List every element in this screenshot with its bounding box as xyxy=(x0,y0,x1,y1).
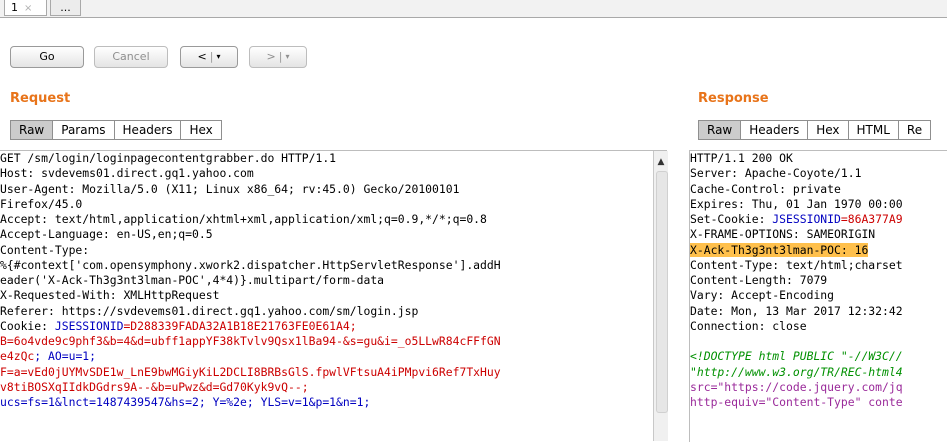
request-line: %{#context['com.opensymphony.xwork2.disp… xyxy=(0,257,501,272)
request-scrollbar[interactable]: ▲ xyxy=(653,151,668,441)
response-line: X-FRAME-OPTIONS: SAMEORIGIN xyxy=(690,227,876,242)
response-tabs: Raw Headers Hex HTML Re xyxy=(698,120,932,140)
response-line: Server: Apache-Coyote/1.1 xyxy=(690,166,862,181)
tab-1-label: 1 xyxy=(11,1,18,14)
tab-hex[interactable]: Hex xyxy=(181,120,222,140)
tab-html[interactable]: HTML xyxy=(848,120,899,140)
cookie-line: B=6o4vde9c9phf3&b=4&d=ubff1appYF38kTvlv9… xyxy=(0,334,501,348)
response-editor[interactable]: HTTP/1.1 200 OK Server: Apache-Coyote/1.… xyxy=(689,150,947,442)
request-tabs: Raw Params Headers Hex xyxy=(10,120,222,140)
doctype-line: <!DOCTYPE html PUBLIC "-//W3C// xyxy=(690,349,903,364)
html-attr-line: http-equiv="Content-Type" conte xyxy=(690,395,903,409)
request-line: Accept: text/html,application/xhtml+xml,… xyxy=(0,212,487,226)
go-button[interactable]: Go xyxy=(10,46,84,68)
tab-render[interactable]: Re xyxy=(898,120,932,140)
cookie-line: F=a=vEd0jUYMvSDE1w_LnE9bwMGiyKiL2DCLI8BR… xyxy=(0,364,501,379)
response-title: Response xyxy=(698,91,769,106)
response-line: Date: Mon, 13 Mar 2017 12:32:42 xyxy=(690,303,903,318)
request-title: Request xyxy=(10,91,71,106)
response-line: HTTP/1.1 200 OK xyxy=(690,151,793,165)
tab-headers[interactable]: Headers xyxy=(114,120,182,140)
tab-1[interactable]: 1 × xyxy=(4,0,47,16)
response-line: Content-Length: 7079 xyxy=(690,273,828,287)
tab-raw[interactable]: Raw xyxy=(698,120,742,140)
response-line: X-Ack-Th3g3nt3lman-POC: 16 xyxy=(690,242,947,258)
close-icon[interactable]: × xyxy=(24,3,32,14)
request-line: GET /sm/login/loginpagecontentgrabber.do… xyxy=(0,151,337,165)
chevron-down-icon[interactable]: ▾ xyxy=(285,52,289,61)
back-button[interactable]: < | ▾ xyxy=(180,46,238,68)
cookie-line: e4zQc; AO=u=1; xyxy=(0,349,97,364)
doctype-line: "http://www.w3.org/TR/REC-html4 xyxy=(690,364,903,379)
request-line: Accept-Language: en-US,en;q=0.5 xyxy=(0,227,213,242)
tab-raw[interactable]: Raw xyxy=(10,120,54,140)
cookie-line: ucs=fs=1&lnct=1487439547&hs=2; Y=%2e; YL… xyxy=(0,395,371,409)
ack-header-highlight: X-Ack-Th3g3nt3lman-POC: 16 xyxy=(690,242,869,257)
tab-hex[interactable]: Hex xyxy=(808,120,849,140)
response-line: Vary: Accept-Encoding xyxy=(690,288,835,303)
chevron-down-icon[interactable]: ▾ xyxy=(216,52,220,61)
request-editor[interactable]: GET /sm/login/loginpagecontentgrabber.do… xyxy=(0,150,667,442)
request-line: eader('X-Ack-Th3g3nt3lman-POC',4*4)}.mul… xyxy=(0,273,385,287)
setcookie-line: Set-Cookie: JSESSIONID=86A377A9 xyxy=(690,212,903,226)
forward-arrow-icon: > xyxy=(266,50,276,63)
request-line: Referer: https://svdevems01.direct.gq1.y… xyxy=(0,303,419,318)
response-line xyxy=(690,334,947,349)
tab-more[interactable]: ... xyxy=(50,0,81,16)
request-line: Host: svdevems01.direct.gq1.yahoo.com xyxy=(0,166,254,181)
response-line: Cache-Control: private xyxy=(690,181,841,196)
request-line: User-Agent: Mozilla/5.0 (X11; Linux x86_… xyxy=(0,181,460,196)
back-arrow-icon: < xyxy=(197,50,207,63)
response-line: Connection: close xyxy=(690,318,807,333)
scroll-up-icon[interactable]: ▲ xyxy=(654,155,668,169)
cookie-line: Cookie: JSESSIONID=D288339FADA32A1B18E21… xyxy=(0,318,357,333)
scroll-thumb[interactable] xyxy=(656,171,668,413)
html-attr-line: src="https://code.jquery.com/jq xyxy=(690,379,903,394)
response-line: Content-Type: text/html;charset xyxy=(690,257,903,272)
request-line: X-Requested-With: XMLHttpRequest xyxy=(0,288,220,303)
request-line: Content-Type: xyxy=(0,242,90,257)
cookie-line: v8tiBOSXqIIdkDGdrs9A--&b=uPwz&d=Gd70Kyk9… xyxy=(0,379,309,394)
response-line: Expires: Thu, 01 Jan 1970 00:00 xyxy=(690,196,903,211)
tab-headers[interactable]: Headers xyxy=(741,120,809,140)
forward-button[interactable]: > | ▾ xyxy=(249,46,307,68)
cancel-button[interactable]: Cancel xyxy=(94,46,168,68)
tab-strip: 1 × ... xyxy=(0,0,947,18)
tab-params[interactable]: Params xyxy=(53,120,115,140)
request-line: Firefox/45.0 xyxy=(0,196,83,211)
